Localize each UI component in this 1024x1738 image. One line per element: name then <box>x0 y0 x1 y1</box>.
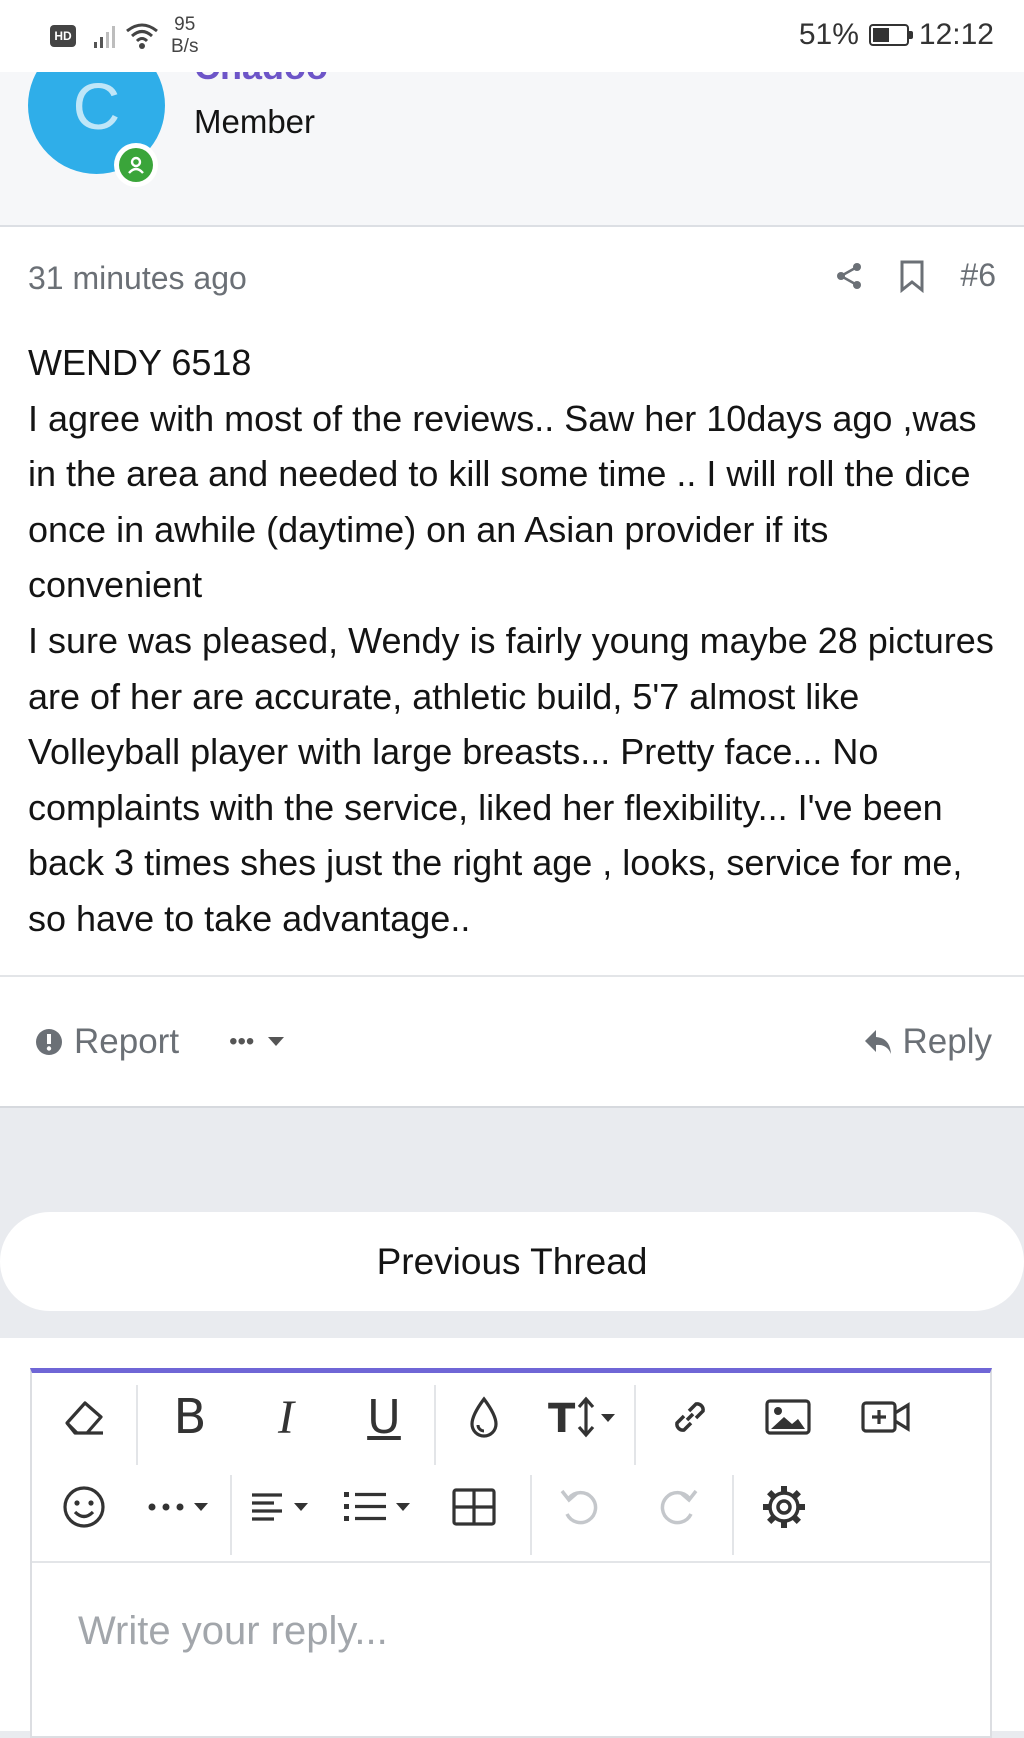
post-number[interactable]: #6 <box>960 257 996 294</box>
undo-icon[interactable] <box>552 1479 608 1535</box>
redo-icon[interactable] <box>650 1479 706 1535</box>
reply-button[interactable]: Reply <box>863 1022 992 1062</box>
image-icon[interactable] <box>760 1389 816 1445</box>
reply-editor: B I U T Write your reply... <box>30 1368 992 1738</box>
underline-icon[interactable]: U <box>356 1389 412 1445</box>
status-bar: HD 95 B/s 51% 12:12 <box>0 0 1024 72</box>
online-status-badge <box>114 143 158 187</box>
more-options-button[interactable]: ••• <box>229 1028 285 1056</box>
share-icon[interactable] <box>834 261 864 291</box>
author-role: Member <box>194 103 316 140</box>
reply-input[interactable]: Write your reply... <box>78 1609 388 1654</box>
wifi-icon <box>126 23 158 49</box>
eraser-icon[interactable] <box>56 1389 112 1445</box>
divider <box>32 1561 990 1563</box>
emoji-icon[interactable] <box>56 1479 112 1535</box>
text-color-icon[interactable] <box>456 1389 512 1445</box>
post-paragraph: WENDY 6518 <box>28 342 252 383</box>
signal-icon <box>94 24 115 48</box>
reply-label: Reply <box>902 1022 992 1061</box>
reply-editor-container: B I U T Write your reply... <box>0 1338 1024 1738</box>
align-icon[interactable] <box>248 1479 328 1535</box>
table-icon[interactable] <box>446 1479 502 1535</box>
network-speed: 95 B/s <box>171 14 199 57</box>
post-paragraph: I sure was pleased, Wendy is fairly youn… <box>28 619 994 939</box>
chevron-down-icon <box>268 1037 285 1046</box>
more-icon[interactable] <box>144 1479 224 1535</box>
settings-icon[interactable] <box>756 1479 812 1535</box>
editor-toolbar-row <box>32 1465 990 1555</box>
bookmark-icon[interactable] <box>898 259 926 293</box>
more-label: ••• <box>229 1028 255 1055</box>
video-icon[interactable] <box>858 1389 914 1445</box>
post-paragraph: I agree with most of the reviews.. Saw h… <box>28 397 977 606</box>
reply-icon <box>864 1030 891 1054</box>
post-author-header: C Chadoo Member <box>0 72 1024 227</box>
alert-icon <box>36 1029 62 1055</box>
battery-percent: 51% <box>798 18 859 51</box>
previous-thread-button[interactable]: Previous Thread <box>0 1212 1024 1311</box>
post-content: WENDY 6518 I agree with most of the revi… <box>28 335 1003 947</box>
font-size-icon[interactable]: T <box>546 1389 626 1445</box>
divider <box>0 975 1024 977</box>
author-name[interactable]: Chadoo <box>194 72 328 88</box>
battery-icon <box>868 24 913 46</box>
hd-badge: HD <box>50 25 76 47</box>
report-button[interactable]: Report <box>34 1022 179 1062</box>
clock: 12:12 <box>918 18 994 51</box>
post: 31 minutes ago #6 WENDY 6518 I agree wit… <box>0 227 1024 1108</box>
editor-toolbar-row: B I U T <box>32 1375 990 1465</box>
svg-text:T: T <box>548 1396 576 1440</box>
report-label: Report <box>74 1022 180 1061</box>
user-icon <box>128 156 144 174</box>
post-timestamp[interactable]: 31 minutes ago <box>28 260 247 297</box>
list-icon[interactable] <box>342 1479 426 1535</box>
italic-icon[interactable]: I <box>258 1389 314 1445</box>
link-icon[interactable] <box>662 1389 718 1445</box>
bold-icon[interactable]: B <box>162 1389 218 1445</box>
